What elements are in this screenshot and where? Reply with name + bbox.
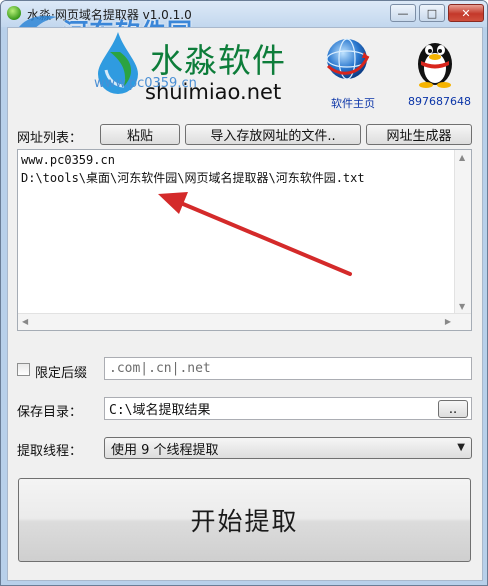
watermark-url: www.pc0359.cn (94, 76, 197, 91)
scroll-up-icon[interactable]: ▲ (459, 153, 465, 162)
horizontal-scrollbar[interactable]: ◀ ▶ (18, 313, 471, 330)
close-button[interactable]: ✕ (448, 4, 484, 22)
globe-icon[interactable] (324, 36, 370, 82)
threads-label: 提取线程： (17, 444, 83, 459)
url-line: D:\tools\桌面\河东软件园\网页域名提取器\河东软件园.txt (21, 171, 365, 185)
suffix-input[interactable]: .com|.cn|.net (104, 357, 472, 380)
qq-number-link[interactable]: 897687648 (408, 95, 471, 108)
brand-name-cn: 水淼软件 (150, 41, 286, 80)
browse-dir-button[interactable]: .. (438, 400, 468, 418)
client-area: 水淼软件 shuimiao.net www.pc0359.cn 软件主页 897… (7, 27, 483, 581)
homepage-link[interactable]: 软件主页 (331, 95, 375, 111)
paste-button[interactable]: 粘贴 (100, 124, 180, 145)
suffix-filter-checkbox[interactable] (17, 363, 30, 376)
chevron-down-icon: ▼ (457, 442, 465, 453)
threads-select[interactable]: 使用 9 个线程提取 ▼ (104, 437, 472, 459)
qq-penguin-icon[interactable] (413, 34, 457, 88)
import-file-button[interactable]: 导入存放网址的文件.. (185, 124, 361, 145)
scroll-down-icon[interactable]: ▼ (459, 302, 465, 311)
scroll-right-icon[interactable]: ▶ (445, 317, 451, 326)
url-generator-button[interactable]: 网址生成器 (366, 124, 472, 145)
app-window: 水淼·网页域名提取器 v1.0.1.0 河东软件园 — □ ✕ 水淼软件 shu… (0, 0, 488, 586)
start-extract-button[interactable]: 开始提取 (18, 478, 471, 562)
url-line: www.pc0359.cn (21, 153, 115, 167)
save-dir-input[interactable]: C:\域名提取结果 (104, 397, 472, 420)
url-list-label: 网址列表： (17, 131, 83, 146)
save-dir-label: 保存目录： (17, 405, 83, 420)
suffix-filter-label: 限定后缀 (35, 366, 88, 381)
title-bar[interactable]: 水淼·网页域名提取器 v1.0.1.0 河东软件园 — □ ✕ (1, 1, 487, 55)
vertical-scrollbar[interactable]: ▲ ▼ (454, 150, 471, 314)
maximize-button[interactable]: □ (419, 4, 445, 22)
threads-selected-value: 使用 9 个线程提取 (111, 442, 219, 458)
url-list-textarea[interactable]: www.pc0359.cn D:\tools\桌面\河东软件园\网页域名提取器\… (17, 149, 472, 331)
minimize-button[interactable]: — (390, 4, 416, 22)
scroll-left-icon[interactable]: ◀ (22, 317, 28, 326)
